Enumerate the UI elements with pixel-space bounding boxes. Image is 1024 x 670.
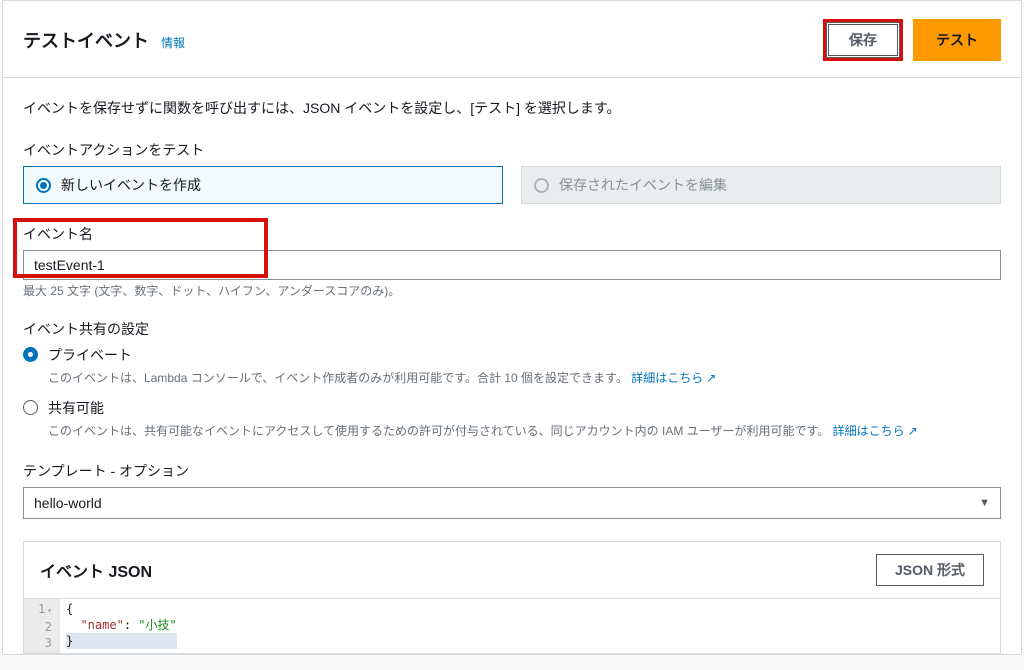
private-more-link[interactable]: 詳細はこちら↗ <box>631 371 716 385</box>
sharing-private-desc: このイベントは、Lambda コンソールで、イベント作成者のみが利用可能です。合… <box>48 369 1001 386</box>
sharing-private-label: プライベート <box>48 345 132 365</box>
event-action-group: 新しいイベントを作成 保存されたイベントを編集 <box>23 166 1001 204</box>
editor-code[interactable]: { "name": "小技" } <box>60 599 183 653</box>
radio-icon <box>534 178 549 193</box>
sharing-shared-desc: このイベントは、共有可能なイベントにアクセスして使用するための許可が付与されてい… <box>48 422 1001 439</box>
template-label: テンプレート - オプション <box>23 461 1001 481</box>
radio-icon <box>36 178 51 193</box>
save-button[interactable]: 保存 <box>828 24 898 56</box>
sharing-label: イベント共有の設定 <box>23 319 1001 339</box>
shared-more-link[interactable]: 詳細はこちら↗ <box>833 424 918 438</box>
external-link-icon: ↗ <box>706 371 716 385</box>
test-button[interactable]: テスト <box>913 19 1001 61</box>
json-format-button[interactable]: JSON 形式 <box>876 554 984 586</box>
sharing-private-option[interactable]: プライベート <box>23 345 1001 365</box>
sharing-shared-option[interactable]: 共有可能 <box>23 398 1001 418</box>
save-highlight-box: 保存 <box>823 19 903 61</box>
intro-text: イベントを保存せずに関数を呼び出すには、JSON イベントを設定し、[テスト] … <box>23 98 1001 118</box>
event-name-label: イベント名 <box>23 224 1001 244</box>
panel-header: テストイベント 情報 保存 テスト <box>3 1 1021 78</box>
page-title: テストイベント <box>23 27 149 53</box>
editor-gutter: 1▾ 2 3 <box>24 599 60 653</box>
external-link-icon: ↗ <box>908 424 918 438</box>
json-title: イベント JSON <box>40 558 152 582</box>
edit-saved-event-option: 保存されたイベントを編集 <box>521 166 1001 204</box>
create-new-event-label: 新しいイベントを作成 <box>61 175 201 195</box>
radio-icon <box>23 400 38 415</box>
template-select[interactable]: hello-world ▼ <box>23 487 1001 519</box>
create-new-event-option[interactable]: 新しいイベントを作成 <box>23 166 503 204</box>
event-name-input[interactable] <box>23 250 1001 280</box>
radio-icon <box>23 347 38 362</box>
json-editor[interactable]: 1▾ 2 3 { "name": "小技" } <box>24 598 1000 653</box>
template-selected-value: hello-world <box>34 495 102 511</box>
chevron-down-icon: ▼ <box>979 497 990 509</box>
event-action-label: イベントアクションをテスト <box>23 140 1001 160</box>
info-link[interactable]: 情報 <box>161 34 185 51</box>
edit-saved-event-label: 保存されたイベントを編集 <box>559 175 727 195</box>
sharing-shared-label: 共有可能 <box>48 398 104 418</box>
json-panel: イベント JSON JSON 形式 1▾ 2 3 { "name": "小技" … <box>23 541 1001 654</box>
event-name-hint: 最大 25 文字 (文字、数字、ドット、ハイフン、アンダースコアのみ)。 <box>23 282 1001 299</box>
